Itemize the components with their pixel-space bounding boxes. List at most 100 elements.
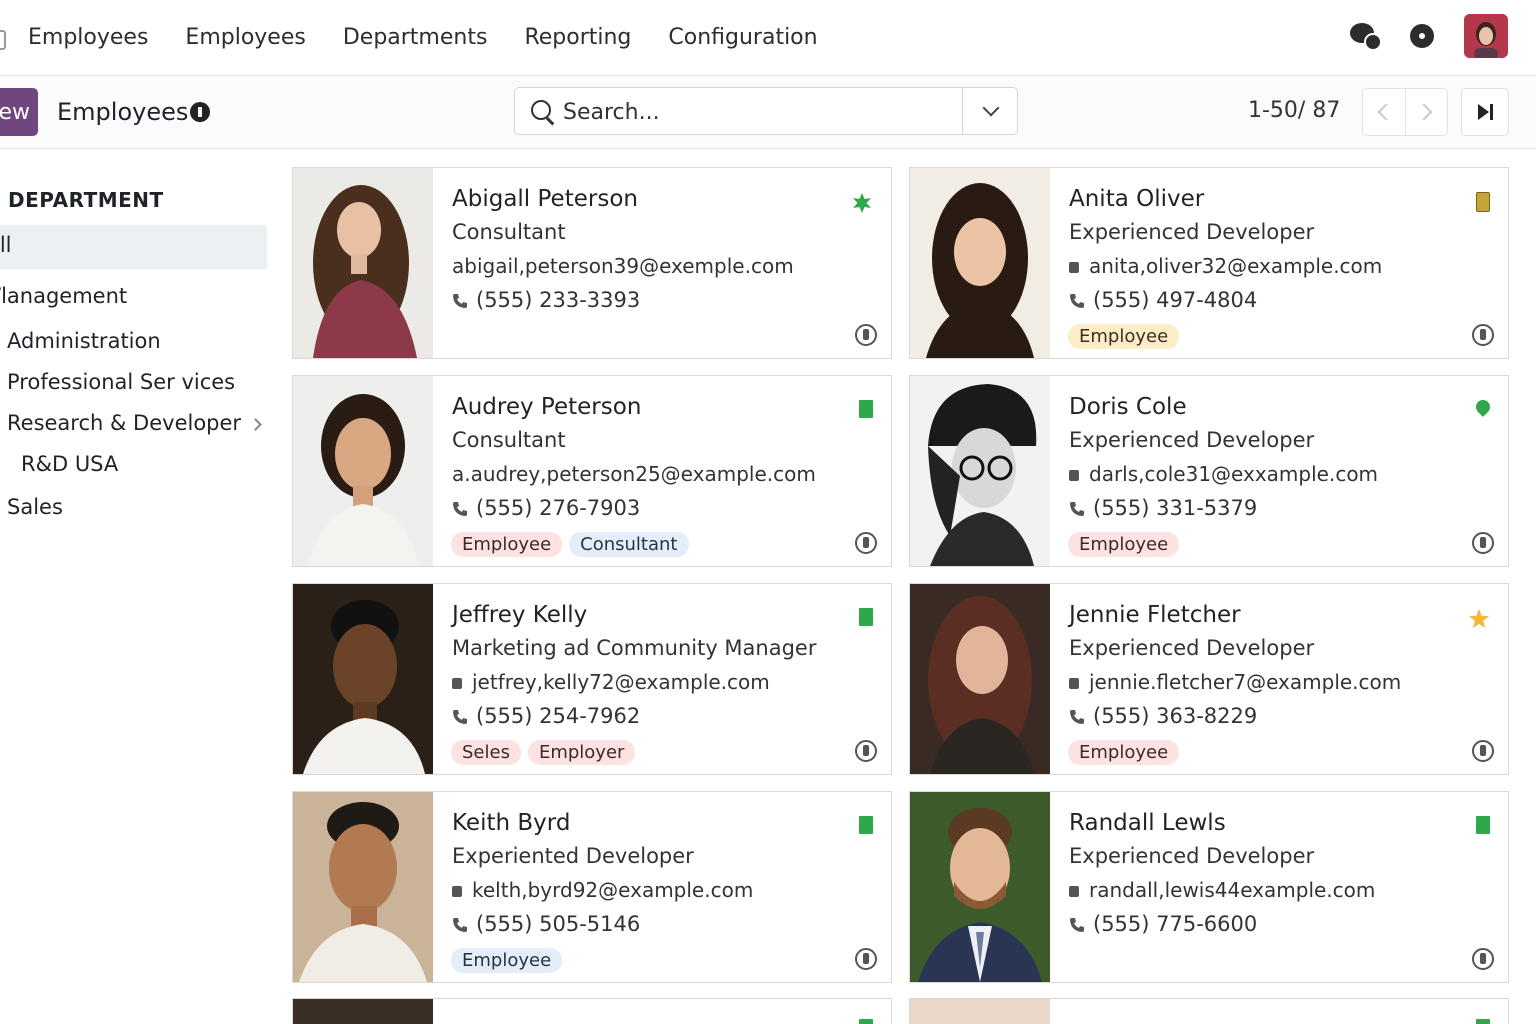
- sidebar-item-sales[interactable]: Sales: [7, 495, 63, 519]
- employee-phone: (555) 254-7962: [452, 704, 640, 728]
- employee-name: Jeffrey Kelly: [452, 602, 588, 628]
- employee-job-title: Experienced Developer: [1069, 844, 1315, 868]
- menu-reporting[interactable]: Reporting: [524, 25, 631, 50]
- star-badge-icon: [851, 192, 873, 218]
- employee-name: Anita Oliver: [1069, 186, 1205, 212]
- phone-icon: [453, 502, 467, 516]
- employee-email: randall,lewis44example.com: [1069, 878, 1375, 902]
- control-panel: ew Employees 1-50/ 87: [0, 76, 1536, 149]
- sidebar-item-administration[interactable]: Administration: [7, 329, 161, 353]
- employee-card[interactable]: Randall Lewls Experienced Developer rand…: [909, 791, 1509, 983]
- tag: Employee: [451, 532, 563, 557]
- search-icon: [531, 100, 551, 120]
- employee-name: Doris Cole: [1069, 394, 1187, 420]
- activity-icon[interactable]: [855, 324, 877, 346]
- activity-clock-icon[interactable]: [1410, 24, 1434, 48]
- phone-text: (555) 233-3393: [476, 288, 641, 312]
- search-divider: [962, 88, 963, 134]
- new-button[interactable]: ew: [0, 88, 38, 136]
- phone-icon: [453, 710, 467, 724]
- chevron-right-icon[interactable]: [249, 418, 262, 431]
- employee-card-partial[interactable]: [909, 998, 1509, 1024]
- employee-phone: (555) 363-8229: [1069, 704, 1257, 728]
- employee-email: jennie.fletcher7@example.com: [1069, 670, 1401, 694]
- mail-icon: [452, 678, 462, 689]
- employee-phone: (555) 497-4804: [1069, 288, 1257, 312]
- skip-forward-icon: [1478, 104, 1489, 120]
- sidebar-item-research-development[interactable]: Research & Developer: [7, 411, 241, 435]
- menu-employees[interactable]: Employees: [185, 25, 305, 50]
- employee-tags: Employee Consultant: [451, 532, 689, 557]
- skip-forward-bar: [1490, 104, 1493, 120]
- employee-tags: Employee: [1068, 532, 1180, 557]
- menu-departments[interactable]: Departments: [343, 25, 488, 50]
- activity-icon[interactable]: [855, 532, 877, 554]
- systray: [1350, 14, 1508, 58]
- menu-app-employees[interactable]: Employees: [28, 25, 148, 50]
- tag: Seles: [451, 740, 521, 765]
- activity-icon[interactable]: [1472, 948, 1494, 970]
- main-menu: Employees Employees Departments Reportin…: [28, 0, 818, 75]
- phone-text: (555) 254-7962: [476, 704, 641, 728]
- mail-icon: [1069, 678, 1079, 689]
- activity-icon[interactable]: [1472, 532, 1494, 554]
- employee-photo: [910, 376, 1050, 566]
- search-input[interactable]: [561, 96, 955, 128]
- pager-next-button[interactable]: [1404, 89, 1448, 135]
- employee-photo: [293, 792, 433, 982]
- chat-icon[interactable]: [1350, 23, 1382, 51]
- pager-counter[interactable]: 1-50/ 87: [1248, 98, 1340, 123]
- activity-icon[interactable]: [1472, 324, 1494, 346]
- chevron-down-icon[interactable]: [982, 99, 1000, 117]
- employee-job-title: Consultant: [452, 428, 566, 452]
- employee-name: Keith Byrd: [452, 810, 571, 836]
- presence-square-icon: [859, 608, 873, 626]
- employee-job-title: Experienced Developer: [1069, 636, 1315, 660]
- employee-phone: (555) 775-6600: [1069, 912, 1257, 936]
- gear-icon[interactable]: [190, 102, 210, 122]
- phone-icon: [1070, 502, 1084, 516]
- employee-phone: (555) 233-3393: [452, 288, 640, 312]
- sidebar-heading: DEPARTMENT: [8, 188, 164, 212]
- sidebar-item-management[interactable]: /lanagement: [0, 284, 127, 308]
- activity-icon[interactable]: [855, 740, 877, 762]
- sidebar-item-professional-services[interactable]: Professional Ser vices: [7, 370, 235, 394]
- phone-text: (555) 775-6600: [1093, 912, 1258, 936]
- employee-card[interactable]: Anita Oliver Experienced Developer anita…: [909, 167, 1509, 359]
- sidebar-item-all[interactable]: ill: [0, 225, 267, 269]
- user-avatar[interactable]: [1464, 14, 1508, 58]
- activity-icon[interactable]: [855, 948, 877, 970]
- phone-text: (555) 505-5146: [476, 912, 641, 936]
- employee-card[interactable]: Jeffrey Kelly Marketing ad Community Man…: [292, 583, 892, 775]
- department-sidebar: DEPARTMENT ill /lanagement Administratio…: [0, 150, 270, 1024]
- sidebar-item-rd-usa[interactable]: R&D USA: [21, 452, 118, 476]
- tag: Employee: [1068, 740, 1180, 765]
- sidebar-item-label: ill: [0, 233, 12, 257]
- pager-previous-button[interactable]: [1363, 89, 1405, 135]
- employee-card[interactable]: Keith Byrd Experiented Developer kelth,b…: [292, 791, 892, 983]
- employee-photo: [293, 376, 433, 566]
- phone-text: (555) 276-7903: [476, 496, 641, 520]
- employee-card[interactable]: Doris Cole Experienced Developer darls,c…: [909, 375, 1509, 567]
- employee-card[interactable]: Audrey Peterson Consultant a.audrey,pete…: [292, 375, 892, 567]
- apps-menu-icon[interactable]: [0, 30, 6, 50]
- email-text: jennie.fletcher7@example.com: [1089, 670, 1402, 694]
- employee-card[interactable]: Abigall Peterson Consultant abigail,pete…: [292, 167, 892, 359]
- employee-card[interactable]: Jennie Fletcher Experienced Developer je…: [909, 583, 1509, 775]
- mail-icon: [1069, 262, 1079, 273]
- employee-job-title: Experienced Developer: [1069, 220, 1315, 244]
- activity-icon[interactable]: [1472, 740, 1494, 762]
- email-text: abigail,peterson39@exemple.com: [452, 254, 794, 278]
- chevron-right-icon: [1415, 103, 1433, 121]
- employee-card-partial[interactable]: [292, 998, 892, 1024]
- employee-phone: (555) 331-5379: [1069, 496, 1257, 520]
- menu-configuration[interactable]: Configuration: [668, 25, 817, 50]
- presence-square-icon: [859, 400, 873, 418]
- employee-tags: Employee: [1068, 324, 1180, 349]
- employee-name: Jennie Fletcher: [1069, 602, 1241, 628]
- email-text: jetfrey,kelly72@example.com: [472, 670, 770, 694]
- employee-photo: [293, 999, 433, 1024]
- employee-photo: [293, 584, 433, 774]
- pager-last-button[interactable]: [1461, 88, 1509, 136]
- employee-email: darls,cole31@exxample.com: [1069, 462, 1378, 486]
